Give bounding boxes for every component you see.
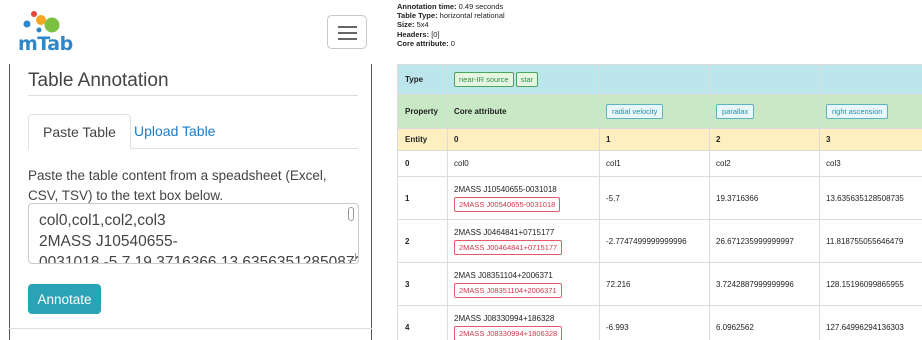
entity-tag[interactable]: 2MASS J00464841+0715177 <box>454 239 563 255</box>
hamburger-menu-button[interactable] <box>327 15 367 49</box>
row-label: Entity <box>397 128 448 151</box>
entity-tag[interactable]: 2MASS J00540655-0031018 <box>454 196 561 212</box>
property-row: Property Core attribute radial velocity … <box>397 94 922 129</box>
type-row: Type near-IR source star <box>397 64 922 95</box>
row-index: 0 <box>397 150 448 177</box>
menu-bar-icon <box>338 38 357 40</box>
table-cell: 3.7242887999999996 <box>709 262 820 306</box>
property-cell: right ascension <box>819 94 922 129</box>
table-cell: 127.64996294136303 <box>819 305 922 340</box>
table-cell: 2MASS J08330994+186328 2MASS J08330994+1… <box>447 305 600 340</box>
table-row: 0 col0 col1 col2 col3 <box>397 150 922 177</box>
tab-paste-table[interactable]: Paste Table <box>28 114 131 150</box>
title-divider <box>28 95 358 96</box>
table-row: 2 2MASS J0464841+0715177 2MASS J00464841… <box>397 219 922 263</box>
entity-header-row: Entity 0 1 2 3 <box>397 128 922 151</box>
property-cell: radial velocity <box>599 94 710 129</box>
meta-line: Headers: [0] <box>397 29 440 39</box>
column-index: 1 <box>599 128 710 151</box>
textarea-value: col0,col1,col2,col3 2MASS J10540655- 003… <box>39 212 359 264</box>
type-cell <box>599 64 710 95</box>
row-label: Type <box>397 64 448 95</box>
meta-line: Table Type: horizontal relational <box>397 11 505 21</box>
annotation-result-table: Type near-IR source star Property Core at… <box>397 64 922 340</box>
table-cell: -6.993 <box>599 305 710 340</box>
type-cell <box>709 64 820 95</box>
annotation-metadata: Annotation time: 0.49 seconds Table Type… <box>397 2 505 48</box>
table-cell: 13.635635128508735 <box>819 176 922 220</box>
type-tag[interactable]: star <box>515 72 539 87</box>
menu-bar-icon <box>338 26 357 28</box>
table-cell: -2.7747499999999996 <box>599 219 710 263</box>
textarea-scrollbar[interactable] <box>348 207 354 221</box>
cell-value: 2MASS J10540655-0031018 <box>454 184 557 194</box>
table-row: 3 2MAS J08351104+2006371 2MASS J08351104… <box>397 262 922 306</box>
page-title: Table Annotation <box>28 70 169 91</box>
table-cell: col1 <box>599 150 710 177</box>
menu-bar-icon <box>338 32 357 34</box>
cell-value: 2MASS J0464841+0715177 <box>454 227 555 237</box>
type-cell <box>819 64 922 95</box>
table-cell: col3 <box>819 150 922 177</box>
meta-line: Size: 5x4 <box>397 20 429 30</box>
type-tag[interactable]: near-IR source <box>454 72 514 87</box>
table-cell: -5.7 <box>599 176 710 220</box>
table-cell: 6.0962562 <box>709 305 820 340</box>
annotate-button[interactable]: Annotate <box>28 284 101 314</box>
resize-grip-icon[interactable] <box>348 253 356 261</box>
logo-text: mTab <box>18 33 73 55</box>
table-cell: 26.671235999999997 <box>709 219 820 263</box>
table-cell: 11.818755055646479 <box>819 219 922 263</box>
table-row: 1 2MASS J10540655-0031018 2MASS J0054065… <box>397 176 922 220</box>
table-cell: 19.3716366 <box>709 176 820 220</box>
property-tag[interactable]: radial velocity <box>606 104 664 119</box>
panel-separator <box>373 0 396 340</box>
annotation-form-panel: mTab Table Annotation Paste Table Upload… <box>0 0 373 340</box>
row-index: 4 <box>397 305 448 340</box>
row-index: 1 <box>397 176 448 220</box>
input-tabs: Paste Table Upload Table <box>28 114 358 150</box>
column-index: 2 <box>709 128 820 151</box>
table-row: 4 2MASS J08330994+186328 2MASS J08330994… <box>397 305 922 340</box>
entity-tag[interactable]: 2MASS J08330994+1806328 <box>454 325 563 340</box>
table-content-textarea[interactable]: col0,col1,col2,col3 2MASS J10540655- 003… <box>28 203 359 264</box>
row-label: Property <box>397 94 448 129</box>
row-index: 2 <box>397 219 448 263</box>
column-index: 3 <box>819 128 922 151</box>
cell-value: 2MASS J08330994+186328 <box>454 313 555 323</box>
table-cell: 2MASS J10540655-0031018 2MASS J00540655-… <box>447 176 600 220</box>
table-cell: 128.15196099865955 <box>819 262 922 306</box>
table-cell: 2MAS J08351104+2006371 2MASS J08351104+2… <box>447 262 600 306</box>
meta-line: Core attribute: 0 <box>397 38 455 48</box>
annotation-result-panel: Annotation time: 0.49 seconds Table Type… <box>396 0 922 340</box>
table-cell: 2MASS J0464841+0715177 2MASS J00464841+0… <box>447 219 600 263</box>
type-cell: near-IR source star <box>447 64 600 95</box>
column-index: 0 <box>447 128 600 151</box>
table-cell: col2 <box>709 150 820 177</box>
property-cell: parallax <box>709 94 820 129</box>
cell-value: 2MAS J08351104+2006371 <box>454 270 553 280</box>
entity-tag[interactable]: 2MASS J08351104+2006371 <box>454 282 562 298</box>
paste-instructions: Paste the table content from a speadshee… <box>28 168 327 203</box>
row-index: 3 <box>397 262 448 306</box>
tab-upload-table[interactable]: Upload Table <box>120 114 229 150</box>
form-bottom-divider <box>9 328 372 329</box>
meta-line: Annotation time: 0.49 seconds <box>397 2 504 11</box>
property-tag[interactable]: parallax <box>716 104 755 119</box>
property-tag[interactable]: right ascension <box>826 104 889 119</box>
table-cell: col0 <box>447 150 600 177</box>
core-attribute-cell: Core attribute <box>447 94 600 129</box>
table-cell: 72.216 <box>599 262 710 306</box>
